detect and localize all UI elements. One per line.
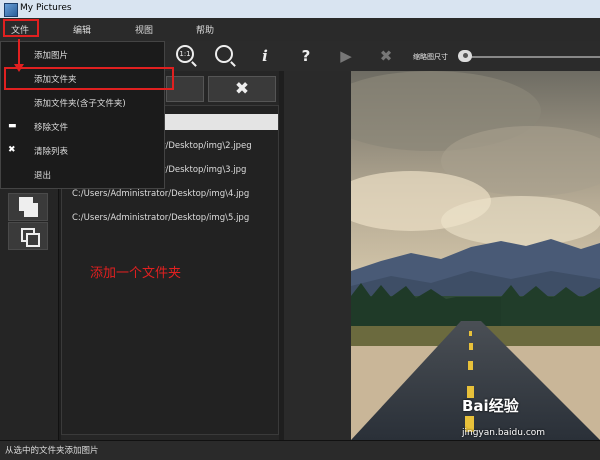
menu-item-clear-list[interactable]: ✖ 清除列表 <box>1 139 164 163</box>
menu-item-remove-file[interactable]: ▬ 移除文件 <box>1 115 164 139</box>
help-icon[interactable]: ? <box>296 46 316 66</box>
info-icon[interactable]: i <box>255 46 275 66</box>
menu-item-label: 添加图片 <box>34 51 69 61</box>
file-menu-dropdown: 添加图片 添加文件夹 添加文件夹(含子文件夹) ▬ 移除文件 ✖ 清除列表 退出 <box>0 41 174 189</box>
play-icon[interactable]: ▶ <box>336 46 356 66</box>
clear-button[interactable]: ✖ <box>208 76 276 102</box>
annotation-arrowhead <box>14 64 24 72</box>
zoom-fit-icon[interactable] <box>215 45 233 63</box>
menu-item-label: 添加文件夹(含子文件夹) <box>34 99 126 109</box>
status-text: 从选中的文件夹添加图片 <box>5 446 99 456</box>
menu-file[interactable]: 文件 <box>3 19 39 37</box>
delete-icon[interactable]: ✖ <box>376 46 396 66</box>
thumbnail-size-slider[interactable] <box>463 56 600 58</box>
menu-item-add-folder[interactable]: 添加文件夹 <box>4 67 174 90</box>
menu-item-label: 退出 <box>34 171 52 181</box>
menu-item-label: 清除列表 <box>34 147 69 157</box>
app-icon <box>4 3 18 17</box>
copy-button[interactable] <box>8 193 48 221</box>
watermark-brand: Bai经验 <box>462 397 519 415</box>
menu-edit[interactable]: 编辑 <box>73 23 91 36</box>
menu-item-add-folder-recursive[interactable]: 添加文件夹(含子文件夹) <box>1 91 164 115</box>
window-title: My Pictures <box>20 3 72 13</box>
minus-icon: ▬ <box>8 121 17 131</box>
file-row[interactable]: r/Desktop/img\3.jpg <box>162 162 246 178</box>
watermark-url: jingyan.baidu.com <box>462 428 546 438</box>
title-bar: My Pictures <box>0 0 600 19</box>
duplicate-icon-front <box>26 233 40 247</box>
menu-item-add-image[interactable]: 添加图片 <box>1 43 164 67</box>
zoom-actual-size-icon[interactable]: 1:1 <box>176 45 194 63</box>
annotation-arrow <box>18 39 20 67</box>
copy-icon-back <box>24 203 38 217</box>
annotation-text: 添加一个文件夹 <box>90 266 182 281</box>
menu-item-exit[interactable]: 退出 <box>1 163 164 187</box>
menu-item-label: 移除文件 <box>34 123 69 133</box>
file-row[interactable]: C:/Users/Administrator/Desktop/img\5.jpg <box>72 210 249 226</box>
preview-image <box>351 71 600 440</box>
x-icon: ✖ <box>8 145 16 155</box>
file-row[interactable]: r/Desktop/img\2.jpeg <box>162 138 252 154</box>
status-bar: 从选中的文件夹添加图片 <box>0 440 600 460</box>
menu-view[interactable]: 视图 <box>135 23 153 36</box>
thumbnail-size-knob[interactable] <box>458 50 472 62</box>
menu-item-label: 添加文件夹 <box>34 75 77 85</box>
menu-bar: 文件 编辑 视图 帮助 <box>0 18 600 42</box>
image-viewer[interactable] <box>284 71 600 440</box>
duplicate-button[interactable] <box>8 222 48 250</box>
menu-help[interactable]: 帮助 <box>196 23 214 36</box>
thumbnail-size-label: 缩略图尺寸 <box>413 53 448 61</box>
